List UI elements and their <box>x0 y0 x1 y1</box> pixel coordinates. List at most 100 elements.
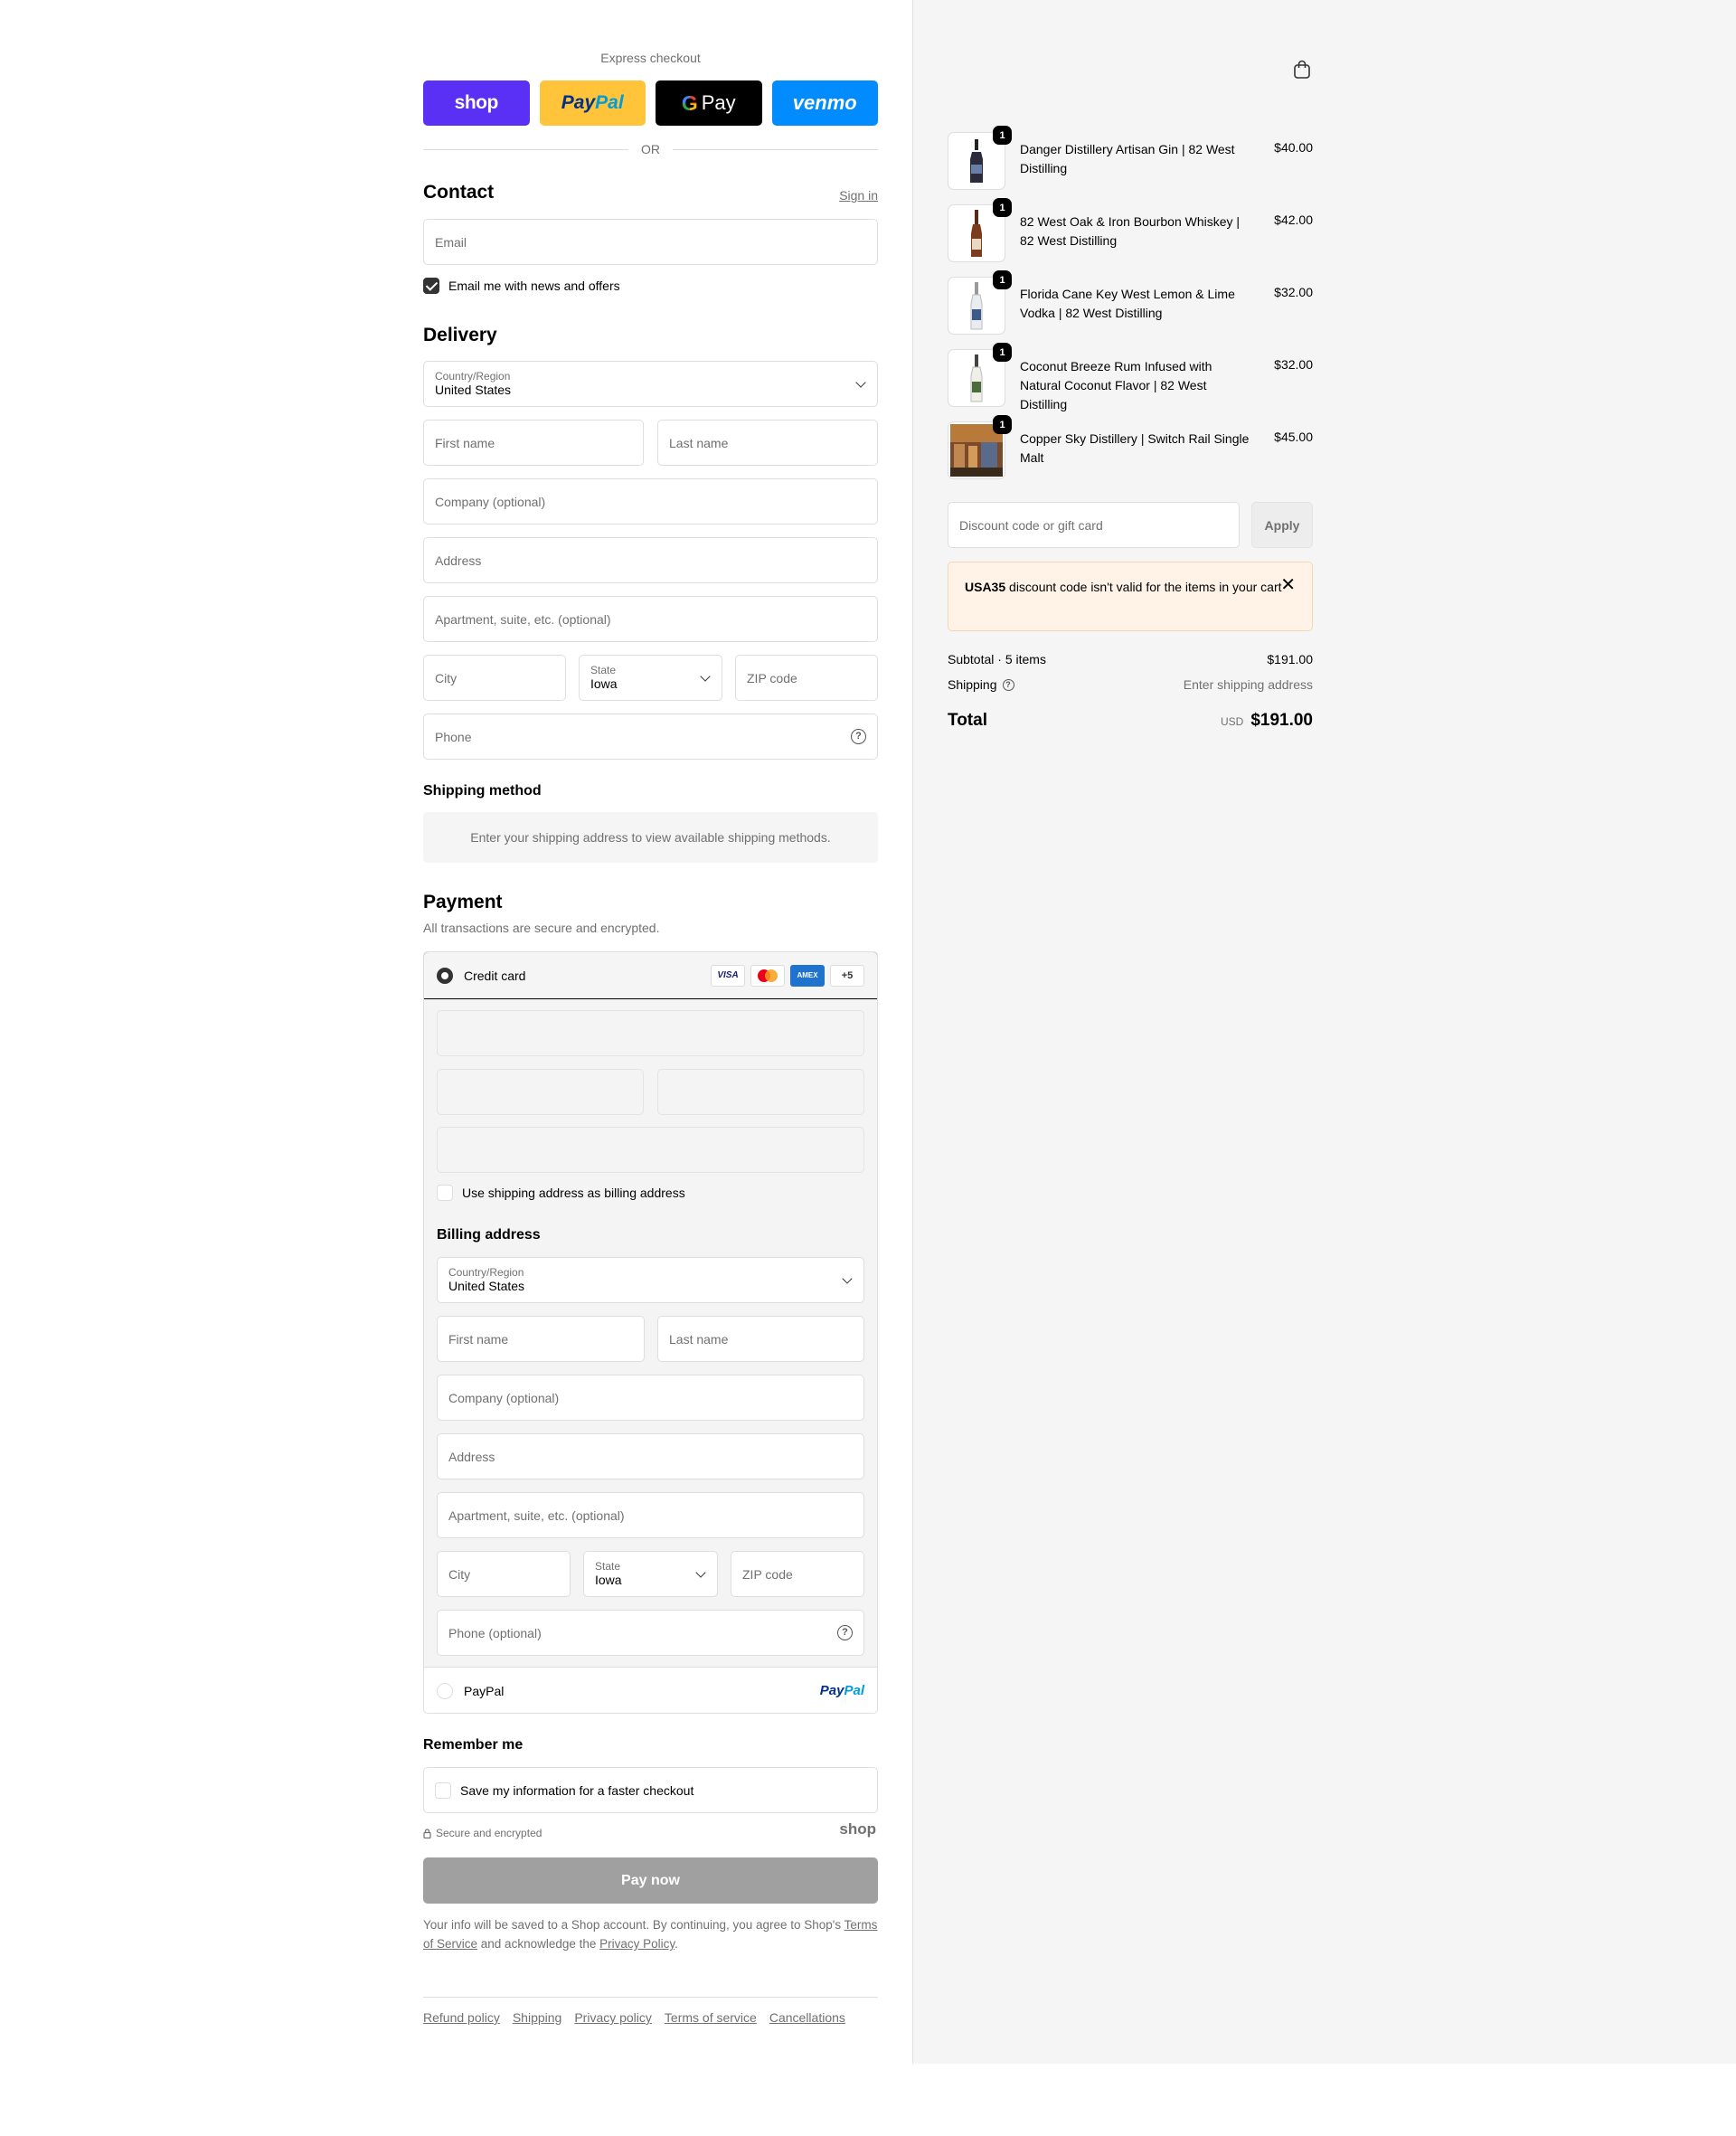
billing-apartment-field[interactable]: Apartment, suite, etc. (optional) <box>437 1492 864 1538</box>
billing-phone-field[interactable]: Phone (optional) ? <box>437 1610 864 1656</box>
email-field[interactable]: Email <box>423 219 878 265</box>
subtotal-row: Subtotal · 5 items $191.00 <box>948 652 1313 666</box>
shopping-bag-icon[interactable] <box>1293 60 1311 80</box>
help-icon[interactable]: ? <box>837 1625 853 1640</box>
billing-state-select[interactable]: State Iowa <box>583 1551 718 1597</box>
footer-link-cancellations[interactable]: Cancellations <box>769 2010 845 2025</box>
item-price: $45.00 <box>1274 430 1313 444</box>
card-cvv-field[interactable] <box>657 1069 864 1115</box>
zip-field[interactable]: ZIP code <box>735 655 878 701</box>
billing-state-label: State <box>595 1560 621 1573</box>
quantity-badge: 1 <box>993 198 1012 217</box>
payment-heading: Payment <box>423 892 503 912</box>
total-amount: USD $191.00 <box>1221 711 1313 731</box>
footer-link-refund[interactable]: Refund policy <box>423 2010 500 2025</box>
vodka-bottle-icon <box>970 282 983 330</box>
country-select[interactable]: Country/Region United States <box>423 361 878 407</box>
gin-bottle-icon <box>970 139 983 183</box>
credit-card-radio[interactable] <box>437 967 453 984</box>
phone-placeholder: Phone <box>435 729 472 744</box>
payment-subtitle: All transactions are secure and encrypte… <box>423 921 660 935</box>
sign-in-link[interactable]: Sign in <box>839 188 878 203</box>
billing-last-name-field[interactable]: Last name <box>657 1316 864 1362</box>
billing-last-name-placeholder: Last name <box>669 1331 729 1347</box>
billing-address-field[interactable]: Address <box>437 1433 864 1479</box>
company-field[interactable]: Company (optional) <box>423 478 878 525</box>
paypal-button[interactable]: Pay Pal <box>539 80 646 126</box>
pay-now-button[interactable]: Pay now <box>423 1857 878 1904</box>
credit-card-option[interactable]: Credit card VISA AMEX +5 <box>424 952 877 999</box>
shipping-method-heading: Shipping method <box>423 783 542 799</box>
company-placeholder: Company (optional) <box>435 494 546 509</box>
item-price: $32.00 <box>1274 357 1313 372</box>
billing-first-name-field[interactable]: First name <box>437 1316 645 1362</box>
shipping-row: Shipping? Enter shipping address <box>948 677 1313 692</box>
discount-code-field[interactable]: Discount code or gift card <box>948 502 1240 548</box>
billing-city-field[interactable]: City <box>437 1551 571 1597</box>
help-icon[interactable]: ? <box>851 729 866 744</box>
discount-error-alert: USA35 discount code isn't valid for the … <box>948 562 1313 631</box>
card-number-field[interactable] <box>437 1010 864 1056</box>
privacy-policy-link[interactable]: Privacy Policy <box>599 1937 675 1951</box>
state-value: Iowa <box>590 676 618 691</box>
more-cards-badge: +5 <box>830 964 864 987</box>
footer-link-privacy[interactable]: Privacy policy <box>574 2010 652 2025</box>
currency-code: USD <box>1220 715 1244 728</box>
close-icon[interactable]: ✕ <box>1280 576 1296 595</box>
billing-same-checkbox[interactable] <box>437 1185 453 1201</box>
address-placeholder: Address <box>435 553 482 568</box>
billing-country-select[interactable]: Country/Region United States <box>437 1257 864 1303</box>
paypal-radio[interactable] <box>437 1682 453 1699</box>
footer-link-terms[interactable]: Terms of service <box>665 2010 757 2025</box>
legal-text-3: . <box>675 1937 678 1951</box>
paypal-logo-part-1: Pay <box>561 92 596 113</box>
or-label: OR <box>641 142 660 156</box>
apartment-field[interactable]: Apartment, suite, etc. (optional) <box>423 596 878 642</box>
billing-zip-field[interactable]: ZIP code <box>731 1551 864 1597</box>
card-expiry-field[interactable] <box>437 1069 644 1115</box>
billing-same-option[interactable]: Use shipping address as billing address <box>437 1185 685 1201</box>
paypal-logo-part-2: Pal <box>595 92 624 113</box>
help-icon[interactable]: ? <box>1002 678 1014 691</box>
paypal-option[interactable]: PayPal PayPal <box>424 1667 877 1713</box>
last-name-field[interactable]: Last name <box>657 420 878 466</box>
or-divider: OR <box>423 141 878 157</box>
country-value: United States <box>435 383 512 397</box>
item-price: $40.00 <box>1274 140 1313 155</box>
billing-company-field[interactable]: Company (optional) <box>437 1375 864 1421</box>
newsletter-checkbox[interactable] <box>423 278 439 294</box>
cart-item: 1 82 West Oak & Iron Bourbon Whiskey | 8… <box>948 198 1313 262</box>
item-name: Danger Distillery Artisan Gin | 82 West … <box>1020 142 1235 175</box>
venmo-button[interactable]: venmo <box>771 80 878 126</box>
cart-item: 1 Florida Cane Key West Lemon & Lime Vod… <box>948 270 1313 335</box>
visa-icon: VISA <box>711 964 745 987</box>
newsletter-option[interactable]: Email me with news and offers <box>423 278 620 294</box>
billing-country-value: United States <box>448 1279 525 1293</box>
paypal-label: PayPal <box>464 1683 505 1698</box>
shop-pay-logo: shop <box>454 92 499 113</box>
total-label: Total <box>948 711 987 730</box>
city-field[interactable]: City <box>423 655 566 701</box>
footer-links: Refund policy Shipping Privacy policy Te… <box>423 2010 845 2025</box>
last-name-placeholder: Last name <box>669 435 729 450</box>
phone-field[interactable]: Phone ? <box>423 714 878 760</box>
apply-discount-button[interactable]: Apply <box>1251 502 1313 548</box>
legal-text: Your info will be saved to a Shop accoun… <box>423 1915 878 1953</box>
shop-pay-button[interactable]: shop <box>423 80 530 126</box>
address-field[interactable]: Address <box>423 537 878 583</box>
google-pay-button[interactable]: G Pay <box>656 80 762 126</box>
billing-first-name-placeholder: First name <box>448 1331 509 1347</box>
amex-icon: AMEX <box>790 964 825 987</box>
paypal-logo: PayPal <box>820 1683 864 1698</box>
footer-divider <box>423 1997 878 1998</box>
state-select[interactable]: State Iowa <box>579 655 722 701</box>
cart-item: 1 Coconut Breeze Rum Infused with Natura… <box>948 343 1313 411</box>
first-name-field[interactable]: First name <box>423 420 644 466</box>
save-info-checkbox[interactable] <box>435 1782 451 1799</box>
apartment-placeholder: Apartment, suite, etc. (optional) <box>435 611 611 627</box>
card-name-field[interactable] <box>437 1127 864 1173</box>
save-info-option[interactable]: Save my information for a faster checkou… <box>423 1767 878 1813</box>
bourbon-bottle-icon <box>971 210 982 257</box>
footer-link-shipping[interactable]: Shipping <box>513 2010 562 2025</box>
item-price: $32.00 <box>1274 285 1313 299</box>
